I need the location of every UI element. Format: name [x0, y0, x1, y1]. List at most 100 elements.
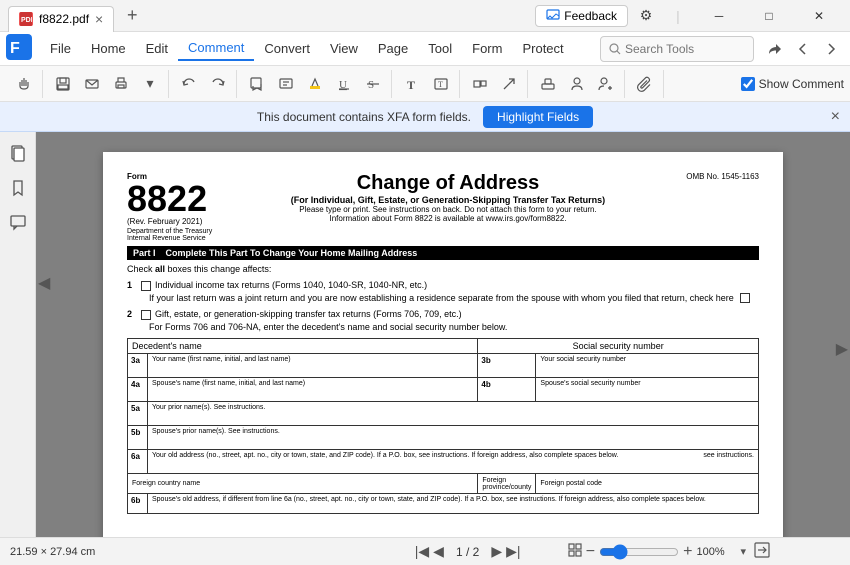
- zoom-slider[interactable]: [599, 544, 679, 560]
- menu-tool[interactable]: Tool: [418, 37, 462, 60]
- tab-pdf[interactable]: PDF f8822.pdf ×: [8, 6, 114, 32]
- sidebar-pages-icon[interactable]: [4, 140, 32, 168]
- highlight-button[interactable]: [301, 70, 329, 98]
- row-4b-label: 4b: [478, 378, 536, 402]
- area-text-button[interactable]: T: [427, 70, 455, 98]
- print-dropdown[interactable]: ▾: [136, 70, 164, 98]
- toolbar-group-shapes: [462, 70, 528, 98]
- search-icon: [609, 43, 621, 55]
- stamp-button[interactable]: [534, 70, 562, 98]
- scroll-right-arrow[interactable]: ▶: [836, 339, 848, 359]
- irs-label: Internal Revenue Service: [127, 235, 217, 242]
- left-sidebar: [0, 132, 36, 565]
- forward-icon[interactable]: [818, 36, 844, 62]
- menu-form[interactable]: Form: [462, 37, 512, 60]
- strikeout-button[interactable]: S: [359, 70, 387, 98]
- table-row-6b: 6b Spouse's old address, if different fr…: [128, 494, 759, 514]
- undo-button[interactable]: [175, 70, 203, 98]
- show-comment-toggle[interactable]: Show Comment: [741, 77, 844, 91]
- underline-button[interactable]: U: [330, 70, 358, 98]
- search-box[interactable]: [600, 36, 754, 62]
- zoom-value: 100%: [696, 546, 736, 558]
- settings-icon[interactable]: ⚙: [632, 2, 660, 30]
- menu-protect[interactable]: Protect: [512, 37, 573, 60]
- arrow-button[interactable]: [495, 70, 523, 98]
- minimize-button[interactable]: ─: [696, 0, 742, 32]
- table-row-6a: 6a Your old address (no., street, apt. n…: [128, 450, 759, 474]
- menu-edit[interactable]: Edit: [136, 37, 178, 60]
- sticky-note-button[interactable]: [243, 70, 271, 98]
- pdf-viewer[interactable]: Form 8822 (Rev. February 2021) Departmen…: [36, 132, 850, 565]
- svg-text:PDF: PDF: [21, 17, 32, 24]
- xfa-close-button[interactable]: ×: [831, 108, 840, 126]
- toolbar-group-undo: [171, 70, 237, 98]
- prev-page-button[interactable]: ◀: [433, 543, 444, 560]
- redo-button[interactable]: [204, 70, 232, 98]
- shapes-button[interactable]: [466, 70, 494, 98]
- row-3b-field: Your social security number: [536, 354, 759, 378]
- toolbar-group-save: ▾: [45, 70, 169, 98]
- scroll-left-arrow[interactable]: ◀: [38, 273, 50, 293]
- fit-page-button[interactable]: [568, 543, 582, 560]
- toolbar-group-stamp: [530, 70, 625, 98]
- share-icon[interactable]: [762, 36, 788, 62]
- save-button[interactable]: [49, 70, 77, 98]
- close-button[interactable]: ✕: [796, 0, 842, 32]
- tab-close-icon[interactable]: ×: [95, 12, 103, 26]
- form-number: 8822: [127, 181, 217, 217]
- sidebar-bookmark-icon[interactable]: [4, 174, 32, 202]
- next-page-button[interactable]: ▶: [491, 543, 502, 560]
- menubar-right: [762, 36, 844, 62]
- show-comment-checkbox[interactable]: [741, 77, 755, 91]
- checkbox-1-sub[interactable]: [740, 293, 750, 303]
- row-4a-label: 4a: [128, 378, 148, 402]
- zoom-in-button[interactable]: +: [683, 543, 692, 561]
- back-icon[interactable]: [790, 36, 816, 62]
- row-5b-label: 5b: [128, 426, 148, 450]
- add-user-button[interactable]: [592, 70, 620, 98]
- sidebar-comment-icon[interactable]: [4, 208, 32, 236]
- menu-page[interactable]: Page: [368, 37, 418, 60]
- row-5b-field: Spouse's prior name(s). See instructions…: [148, 426, 759, 450]
- restore-button[interactable]: □: [746, 0, 792, 32]
- menu-view[interactable]: View: [320, 37, 368, 60]
- row-3a-label: 3a: [128, 354, 148, 378]
- search-input[interactable]: [625, 42, 745, 56]
- new-tab-button[interactable]: +: [120, 4, 144, 28]
- last-page-button[interactable]: ▶|: [506, 543, 520, 560]
- form-subtitle3: Information about Form 8822 is available…: [227, 214, 669, 223]
- zoom-out-button[interactable]: −: [586, 543, 595, 561]
- first-page-button[interactable]: |◀: [415, 543, 429, 560]
- feedback-label: Feedback: [564, 9, 617, 23]
- svg-text:T: T: [407, 78, 415, 92]
- checkbox-2[interactable]: [141, 310, 151, 320]
- feedback-icon: [546, 9, 560, 23]
- checkbox-1[interactable]: [141, 281, 151, 291]
- fit-width-button[interactable]: [754, 542, 770, 561]
- print-button[interactable]: [107, 70, 135, 98]
- row-5a-field: Your prior name(s). See instructions.: [148, 402, 759, 426]
- toolbar-group-text: T T: [394, 70, 460, 98]
- email-button[interactable]: [78, 70, 106, 98]
- app-logo: F: [6, 34, 32, 63]
- xfa-message: This document contains XFA form fields.: [257, 110, 471, 124]
- attach-button[interactable]: [631, 70, 659, 98]
- menu-convert[interactable]: Convert: [254, 37, 320, 60]
- text-comment-button[interactable]: [272, 70, 300, 98]
- zoom-dropdown-button[interactable]: ▾: [740, 545, 746, 558]
- text-tool-button[interactable]: T: [398, 70, 426, 98]
- table-row-foreign: Foreign country name Foreign province/co…: [128, 474, 759, 494]
- toolbar: ▾ U S T T: [0, 66, 850, 102]
- row-3a-field: Your name (first name, initial, and last…: [148, 354, 478, 378]
- tab-filename: f8822.pdf: [39, 12, 89, 26]
- user-stamp-button[interactable]: [563, 70, 591, 98]
- menu-home[interactable]: Home: [81, 37, 136, 60]
- row-6b-field: Spouse's old address, if different from …: [148, 494, 759, 514]
- form-table: Decedent's name Social security number 3…: [127, 338, 759, 514]
- menu-comment[interactable]: Comment: [178, 36, 254, 61]
- menu-file[interactable]: File: [40, 37, 81, 60]
- hand-tool-button[interactable]: [10, 70, 38, 98]
- feedback-button[interactable]: Feedback: [535, 5, 628, 27]
- pdf-document: Form 8822 (Rev. February 2021) Departmen…: [103, 152, 783, 565]
- highlight-fields-button[interactable]: Highlight Fields: [483, 106, 593, 128]
